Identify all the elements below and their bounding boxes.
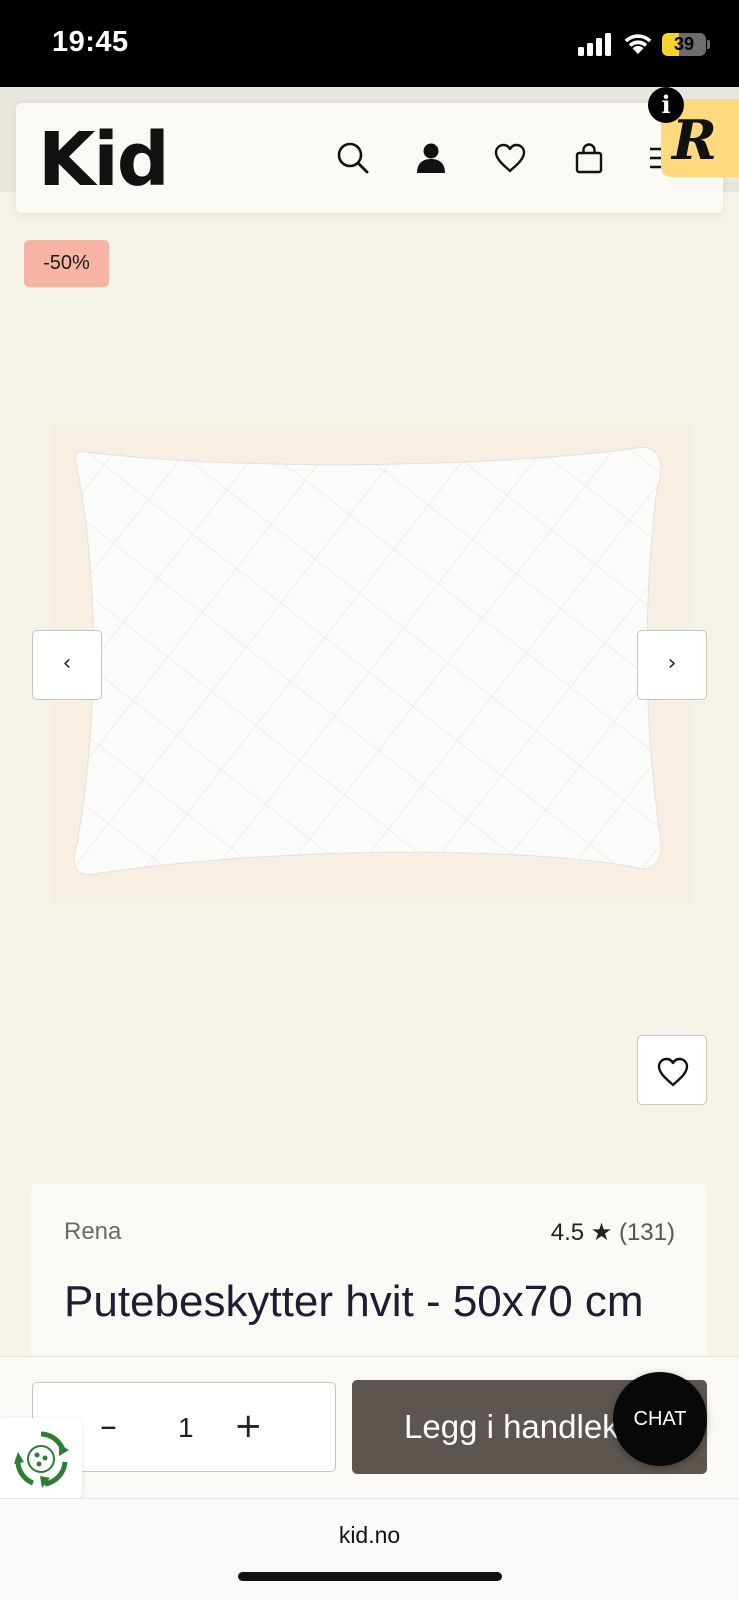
signal-icon (578, 32, 614, 56)
previous-image-button[interactable]: ‹ (32, 630, 102, 700)
url-text[interactable]: kid.no (0, 1522, 739, 1549)
status-bar: 19:45 39 (0, 0, 739, 87)
quantity-value[interactable]: 1 (178, 1412, 194, 1444)
product-brand[interactable]: Rena (64, 1218, 121, 1246)
kid-logo[interactable]: Kid (38, 117, 170, 203)
quantity-decrease-button[interactable]: – (100, 1408, 117, 1444)
product-title: Putebeskytter hvit - 50x70 cm (64, 1277, 644, 1326)
next-image-button[interactable]: › (637, 630, 707, 700)
review-count: (131) (618, 1219, 675, 1246)
rating-value: 4.5 (550, 1219, 585, 1246)
user-icon[interactable] (414, 141, 448, 175)
home-indicator (238, 1572, 502, 1581)
quantity-increase-button[interactable]: + (234, 1408, 263, 1444)
battery-icon: 39 (662, 33, 706, 56)
product-info-card (31, 1184, 707, 1364)
battery-level: 39 (673, 34, 695, 54)
discount-badge: -50% (24, 240, 109, 287)
recycle-badge[interactable] (0, 1418, 82, 1500)
product-image (60, 430, 700, 900)
wifi-icon (622, 30, 654, 56)
info-icon[interactable]: i (648, 87, 684, 123)
search-icon[interactable] (336, 141, 370, 175)
chat-button[interactable]: CHAT (613, 1372, 707, 1466)
recycle-icon (14, 1431, 69, 1488)
product-rating[interactable]: 4.5 ★ (131) (551, 1218, 675, 1247)
star-icon: ★ (590, 1219, 613, 1246)
browser-url-bar (0, 1498, 739, 1600)
status-time: 19:45 (52, 26, 129, 58)
battery-tip (707, 40, 710, 49)
bag-icon[interactable] (572, 141, 606, 175)
heart-icon (657, 1057, 689, 1087)
heart-icon[interactable] (493, 141, 527, 175)
add-to-favorites-button[interactable] (637, 1035, 707, 1105)
